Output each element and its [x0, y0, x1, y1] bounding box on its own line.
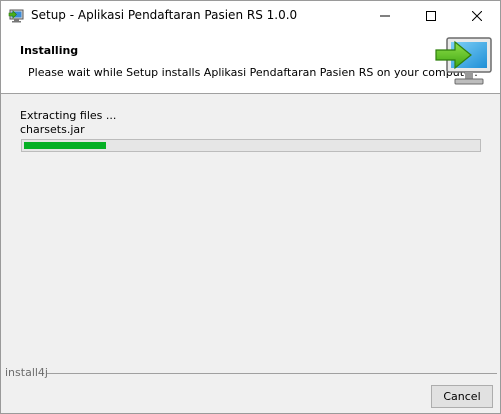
current-file-text: charsets.jar — [20, 123, 85, 136]
maximize-button[interactable] — [408, 1, 454, 31]
maximize-icon — [426, 11, 436, 21]
status-text: Extracting files ... — [20, 109, 117, 122]
footer-divider — [47, 373, 497, 374]
close-icon — [472, 11, 482, 21]
setup-window: Setup - Aplikasi Pendaftaran Pasien RS 1… — [0, 0, 501, 414]
page-subtitle: Please wait while Setup installs Aplikas… — [28, 66, 478, 79]
setup-app-icon — [8, 9, 24, 23]
close-button[interactable] — [454, 1, 500, 31]
title-bar[interactable]: Setup - Aplikasi Pendaftaran Pasien RS 1… — [1, 1, 500, 31]
monitor-install-arrow-icon — [435, 37, 492, 85]
minimize-button[interactable] — [362, 1, 408, 31]
page-title: Installing — [20, 44, 79, 57]
installer-brand: install4j — [5, 366, 48, 379]
window-title: Setup - Aplikasi Pendaftaran Pasien RS 1… — [31, 8, 298, 22]
cancel-button[interactable]: Cancel — [431, 385, 493, 408]
progress-bar-fill — [24, 142, 106, 149]
install-progress-bar — [21, 139, 481, 152]
installer-header: Installing Please wait while Setup insta… — [1, 31, 500, 94]
minimize-icon — [380, 15, 390, 17]
